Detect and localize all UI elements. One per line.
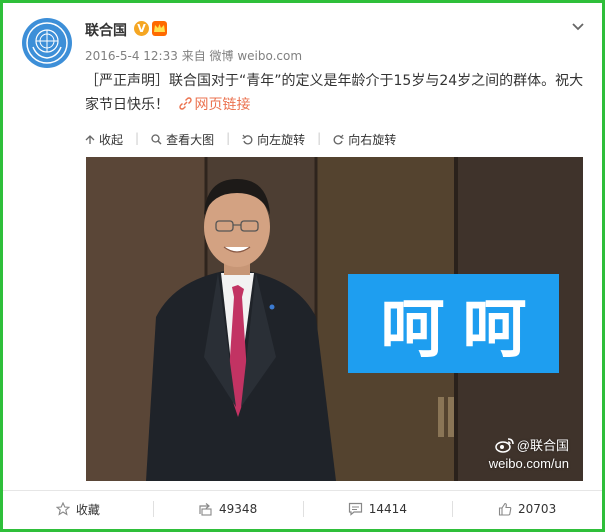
- collapse-button[interactable]: 收起: [85, 131, 123, 148]
- rotate-left-icon: [242, 134, 253, 145]
- collapse-label: 收起: [99, 133, 124, 147]
- un-emblem-icon: [26, 22, 68, 64]
- view-large-label: 查看大图: [166, 133, 215, 147]
- post-meta: 2016-5-4 12:33 来自 微博 weibo.com: [85, 47, 302, 64]
- rotate-left-button[interactable]: 向左旋转: [242, 131, 305, 148]
- link-icon[interactable]: [179, 97, 193, 110]
- repost-count: 49348: [219, 502, 258, 516]
- image-watermark: @联合国 weibo.com/un: [489, 437, 569, 473]
- like-button[interactable]: 20703: [452, 491, 602, 527]
- divider: |: [135, 131, 140, 145]
- magnifier-icon: [151, 134, 162, 145]
- repost-icon: [199, 503, 212, 516]
- verified-icon: V: [134, 21, 149, 36]
- repost-button[interactable]: 49348: [152, 491, 303, 527]
- watermark-name: @联合国: [516, 438, 569, 453]
- username[interactable]: 联合国: [85, 20, 127, 40]
- overlay-text-box: 呵呵: [348, 274, 559, 373]
- view-large-button[interactable]: 查看大图: [151, 131, 214, 148]
- action-bar: 收藏 49348 14414 20703: [3, 490, 602, 527]
- divider: |: [226, 131, 231, 145]
- post-image[interactable]: 呵呵 @联合国 weibo.com/un: [86, 157, 583, 481]
- member-crown-icon: [152, 21, 167, 36]
- comment-button[interactable]: 14414: [302, 491, 453, 527]
- like-count: 20703: [518, 502, 557, 516]
- chevron-down-icon[interactable]: [571, 21, 585, 33]
- watermark-url: weibo.com/un: [488, 456, 569, 471]
- star-icon: [55, 502, 70, 516]
- image-toolbar: 收起 | 查看大图 | 向左旋转 | 向右旋转: [85, 131, 408, 148]
- weibo-logo-icon: [495, 438, 514, 453]
- thumbs-up-icon: [498, 502, 512, 516]
- avatar[interactable]: [22, 18, 72, 68]
- arrow-up-icon: [85, 134, 95, 144]
- weibo-post-card: 联合国 V 2016-5-4 12:33 来自 微博 weibo.com ［严正…: [0, 0, 605, 532]
- rotate-right-label: 向右旋转: [348, 133, 397, 147]
- post-text: ［严正声明］联合国对于“青年”的定义是年龄介于15岁与24岁之间的群体。祝大家节…: [85, 69, 590, 117]
- rotate-right-icon: [333, 134, 344, 145]
- timestamp[interactable]: 2016-5-4 12:33: [85, 49, 178, 63]
- favorite-button[interactable]: 收藏: [3, 491, 153, 527]
- post-source[interactable]: 来自 微博 weibo.com: [182, 49, 302, 63]
- rotate-right-button[interactable]: 向右旋转: [333, 131, 396, 148]
- divider: |: [317, 131, 322, 145]
- comment-count: 14414: [368, 502, 407, 516]
- post-body: ［严正声明］联合国对于“青年”的定义是年龄介于15岁与24岁之间的群体。祝大家节…: [85, 73, 584, 113]
- favorite-label: 收藏: [75, 502, 100, 517]
- rotate-left-label: 向左旋转: [257, 133, 306, 147]
- comment-icon: [348, 502, 362, 516]
- web-link[interactable]: 网页链接: [194, 97, 250, 113]
- overlay-text: 呵呵: [380, 292, 545, 367]
